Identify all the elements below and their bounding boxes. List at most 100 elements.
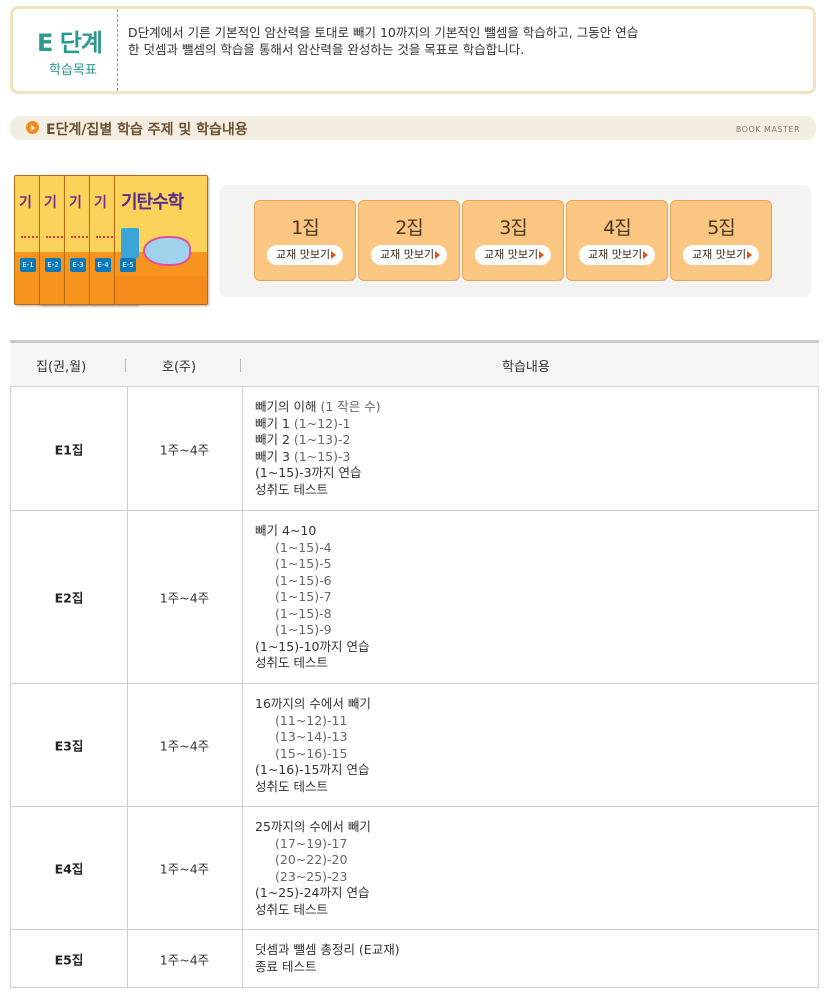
volume-cell: E4집 (11, 807, 128, 929)
preview-link[interactable]: 교재 맛보기 (683, 245, 759, 265)
content-line: (15~16)-15 (255, 746, 371, 763)
content-text: 빼기의 이해 (255, 399, 317, 414)
content-text: 빼기 4~10 (255, 523, 317, 538)
content-text: 빼기 3 (255, 448, 290, 464)
preview-link[interactable]: 교재 맛보기 (475, 245, 551, 265)
preview-label: 교재 맛보기 (276, 248, 331, 261)
weeks-text: 1주~4주 (159, 952, 210, 967)
preview-link[interactable]: 교재 맛보기 (579, 245, 655, 265)
volume-label: 3집 (499, 217, 528, 239)
content-line: (1~15)-9 (255, 622, 369, 639)
book-tab-label: E-1 (20, 258, 36, 272)
volume-cell: E5집 (11, 930, 128, 987)
header-volume: 집(권,월) (36, 360, 87, 375)
volume-3-button[interactable]: 3집 교재 맛보기 (462, 200, 564, 281)
content-line: (23~25)-23 (255, 869, 371, 886)
weeks-text: 1주~4주 (159, 442, 210, 457)
brand-label: BOOK MASTER (735, 125, 800, 134)
preview-link[interactable]: 교재 맛보기 (267, 245, 343, 265)
content-text: (23~25)-23 (275, 868, 348, 884)
content-text: 16까지의 수에서 빼기 (255, 696, 371, 711)
weeks-cell: 1주~4주 (127, 684, 243, 806)
content-line: 성취도 테스트 (255, 902, 371, 919)
stage-title: E 단계 (37, 29, 103, 57)
volume-text: E5집 (54, 952, 84, 967)
table-row: E4집 1주~4주 25까지의 수에서 빼기 (17~19)-17 (20~22)-20… (10, 807, 819, 930)
volume-label: 4집 (603, 217, 632, 239)
book-tab-label: E-2 (45, 258, 61, 272)
arrow-right-icon (539, 251, 544, 259)
book-title: 기탄수학 (121, 192, 184, 213)
volume-1-button[interactable]: 1집 교재 맛보기 (254, 200, 356, 281)
content-text: 25까지의 수에서 빼기 (255, 819, 371, 834)
content-cell: 16까지의 수에서 빼기 (11~12)-11 (13~14)-13 (15~16)-… (255, 696, 371, 795)
book-tab-label: E-4 (95, 258, 111, 272)
header-divider (125, 359, 126, 372)
content-line: (17~19)-17 (255, 836, 371, 853)
content-line: 성취도 테스트 (255, 655, 369, 672)
content-line: 덧셈과 뺄셈 총정리 (E교재) (255, 942, 400, 959)
goal-description: D단계에서 기른 기본적인 암산력을 토대로 빼기 10까지의 기본적인 뺄셈을… (128, 25, 639, 57)
content-text: (1~15)-8 (275, 605, 332, 621)
volume-cell: E3집 (11, 684, 128, 806)
goal-label: 학습목표 (49, 63, 97, 78)
header-weeks: 호(주) (162, 360, 197, 375)
content-line: 빼기의 이해 (1 작은 수) (255, 399, 381, 416)
preview-label: 교재 맛보기 (380, 248, 435, 261)
helicopter-illustration-icon (143, 236, 191, 266)
content-text: 성취도 테스트 (255, 655, 328, 670)
content-line: 빼기 4~10 (255, 523, 369, 540)
weeks-cell: 1주~4주 (127, 387, 243, 510)
content-line: (1~15)-8 (255, 606, 369, 623)
content-text: (1~15)-4 (275, 539, 332, 555)
section-title: E단계/집별 학습 주제 및 학습내용 (46, 122, 248, 138)
content-text: (1~15)-7 (275, 589, 332, 604)
table-header: 집(권,월) 호(주) 학습내용 (10, 340, 819, 387)
volume-cell: E1집 (11, 387, 128, 510)
content-line: (11~12)-11 (255, 713, 371, 730)
content-text: (1~15)-5 (275, 556, 332, 571)
content-line: (1~15)-6 (255, 573, 369, 590)
volume-2-button[interactable]: 2집 교재 맛보기 (358, 200, 460, 281)
content-line: 빼기 2 (1~13)-2 (255, 432, 381, 449)
arrow-right-icon (747, 251, 752, 259)
content-subtext: (1 작은 수) (320, 399, 381, 414)
goal-stage-panel: E 단계 학습목표 (13, 9, 118, 91)
volume-text: E1집 (54, 442, 84, 457)
content-line: (1~15)-5 (255, 556, 369, 573)
header-content: 학습내용 (502, 360, 550, 375)
content-text: (11~12)-11 (275, 712, 348, 728)
content-line: (1~15)-10까지 연습 (255, 639, 369, 656)
content-text: 덧셈과 뺄셈 총정리 (E교재) (255, 942, 400, 957)
content-line: 성취도 테스트 (255, 482, 381, 499)
table-row: E3집 1주~4주 16까지의 수에서 빼기 (11~12)-11 (13~14)-13… (10, 684, 819, 807)
volume-label: 2집 (395, 217, 424, 239)
volume-text: E4집 (54, 861, 84, 877)
arrow-right-icon (643, 251, 648, 259)
content-subtext: (1~13)-2 (293, 432, 351, 447)
content-text: (1~15)-3까지 연습 (255, 465, 362, 480)
table-row: E1집 1주~4주 빼기의 이해 (1 작은 수) 빼기 1 (1~12)-1 빼기 2… (10, 387, 819, 511)
content-text: (15~16)-15 (275, 745, 348, 761)
volume-4-button[interactable]: 4집 교재 맛보기 (566, 200, 668, 281)
weeks-cell: 1주~4주 (127, 511, 243, 683)
volume-text: E2집 (54, 590, 84, 606)
content-line: (20~22)-20 (255, 852, 371, 869)
content-text: 빼기 1 (255, 415, 290, 431)
volume-5-button[interactable]: 5집 교재 맛보기 (670, 200, 772, 281)
volume-cell: E2집 (11, 511, 128, 683)
preview-link[interactable]: 교재 맛보기 (371, 245, 447, 265)
content-subtext: (1~12)-1 (293, 415, 351, 431)
content-text: 성취도 테스트 (255, 901, 328, 917)
section-header: E단계/집별 학습 주제 및 학습내용 BOOK MASTER (10, 116, 816, 140)
content-line: 빼기 1 (1~12)-1 (255, 416, 381, 433)
table-row: E2집 1주~4주 빼기 4~10 (1~15)-4 (1~15)-5 (1~15)-6(… (10, 511, 819, 684)
weeks-cell: 1주~4주 (127, 930, 243, 987)
weeks-text: 1주~4주 (159, 861, 210, 877)
play-bullet-icon (26, 121, 39, 134)
content-text: (1~25)-24까지 연습 (255, 885, 370, 900)
book-cover-e5: 기탄수학 E-5 (114, 175, 208, 305)
content-cell: 25까지의 수에서 빼기 (17~19)-17 (20~22)-20 (23~25)-… (255, 819, 371, 918)
content-cell: 빼기의 이해 (1 작은 수) 빼기 1 (1~12)-1 빼기 2 (1~13)-… (255, 399, 381, 498)
arrow-right-icon (331, 251, 336, 259)
